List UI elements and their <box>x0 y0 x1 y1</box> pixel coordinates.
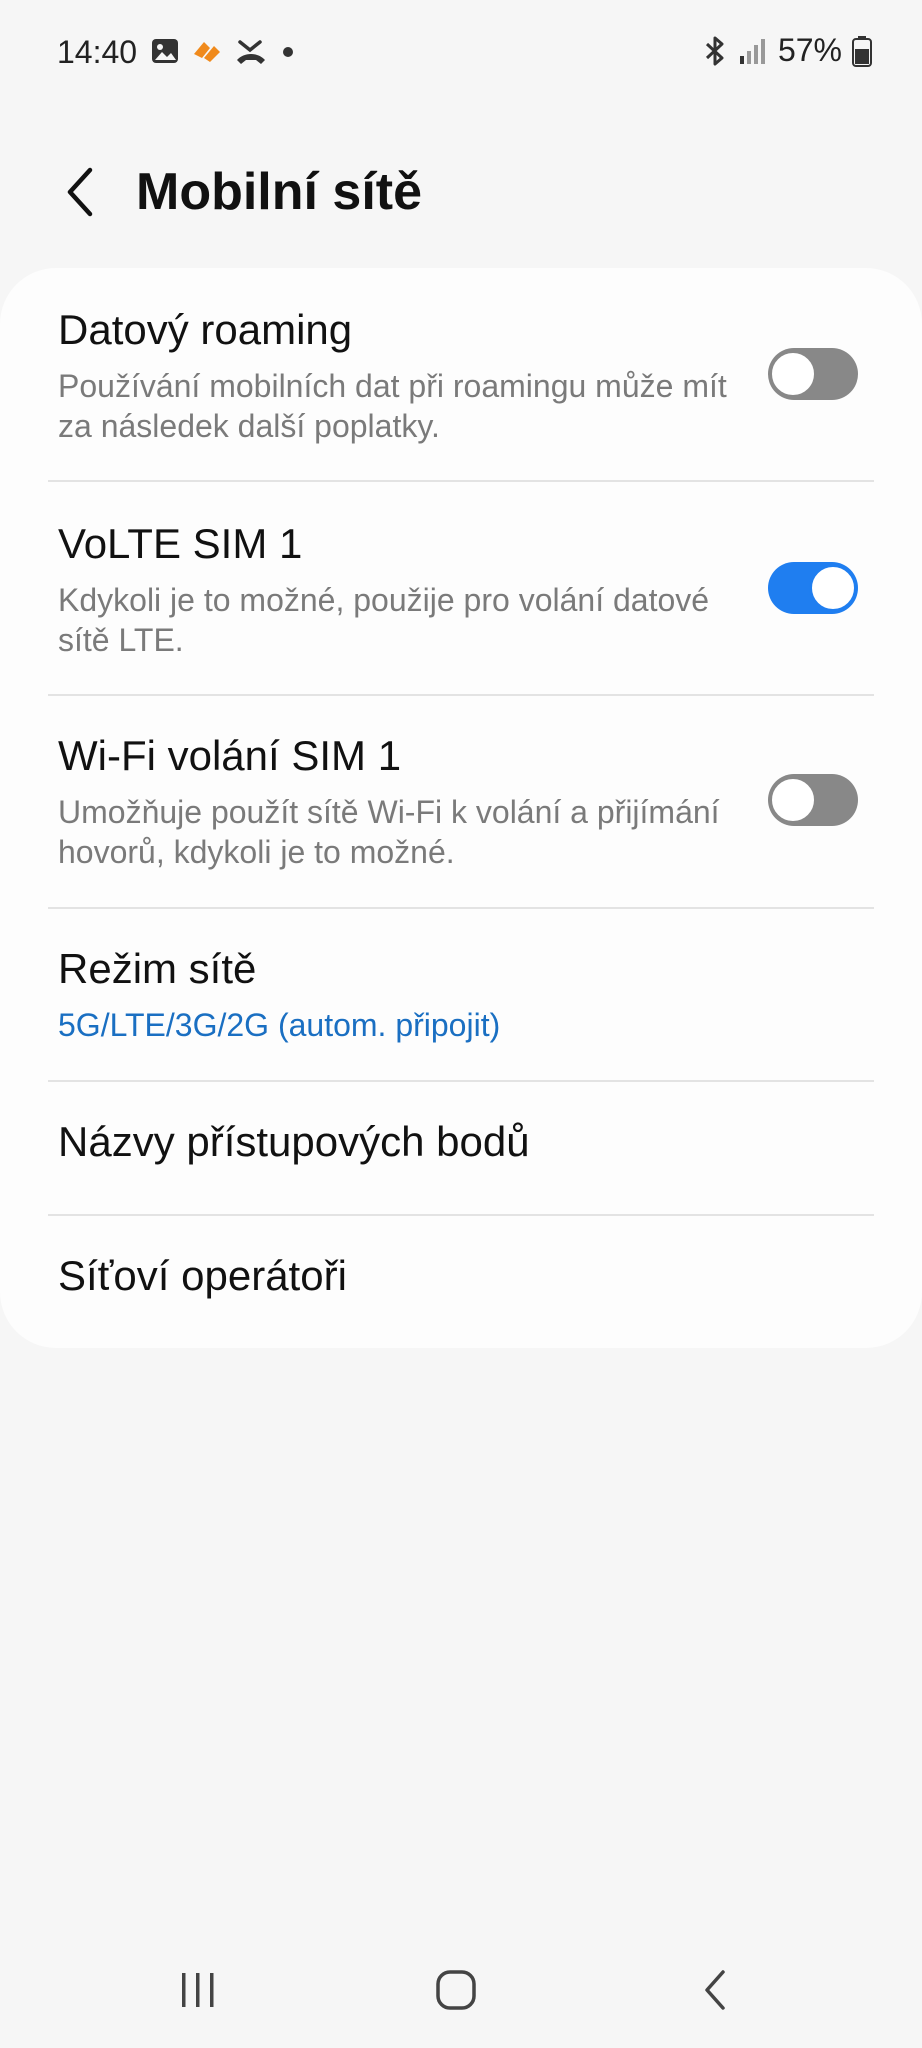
missed-call-icon <box>234 36 268 66</box>
data-roaming-toggle[interactable] <box>768 348 858 400</box>
setting-title: Názvy přístupových bodů <box>58 1118 530 1165</box>
settings-card: Datový roaming Používání mobilních dat p… <box>0 268 922 1348</box>
page-title: Mobilní sítě <box>136 163 422 221</box>
app-notification-icon <box>190 36 224 66</box>
dot-icon <box>278 36 298 66</box>
battery-icon <box>852 35 872 67</box>
gallery-icon <box>150 36 180 66</box>
setting-title: Síťoví operátoři <box>58 1252 347 1299</box>
bluetooth-icon <box>702 34 728 68</box>
battery-percent: 57% <box>777 32 842 68</box>
chevron-left-icon <box>67 167 93 217</box>
setting-title: Wi-Fi volání SIM 1 <box>58 732 402 779</box>
setting-network-mode[interactable]: Režim sítě 5G/LTE/3G/2G (autom. připojit… <box>0 909 922 1081</box>
back-button[interactable] <box>50 162 110 222</box>
setting-subtitle: Používání mobilních dat při roamingu můž… <box>58 368 727 444</box>
toggle-knob <box>769 776 817 824</box>
setting-volte-sim1[interactable]: VoLTE SIM 1 Kdykoli je to možné, použije… <box>0 482 922 694</box>
home-button[interactable] <box>416 1960 496 2020</box>
setting-network-operators[interactable]: Síťoví operátoři <box>0 1216 922 1348</box>
setting-access-point-names[interactable]: Názvy přístupových bodů <box>0 1082 922 1214</box>
toggle-knob <box>769 350 817 398</box>
setting-subtitle: Umožňuje použít sítě Wi-Fi k volání a př… <box>58 794 720 870</box>
recent-apps-button[interactable] <box>158 1960 238 2020</box>
home-icon <box>436 1970 476 2010</box>
signal-icon <box>738 36 768 66</box>
setting-subtitle: Kdykoli je to možné, použije pro volání … <box>58 582 710 658</box>
setting-wifi-calling-sim1[interactable]: Wi-Fi volání SIM 1 Umožňuje použít sítě … <box>0 696 922 908</box>
back-nav-button[interactable] <box>676 1960 756 2020</box>
navigation-bar <box>0 1930 922 2048</box>
status-bar: 14:40 57% <box>0 0 922 104</box>
status-icons-left <box>150 36 298 66</box>
back-icon <box>705 1970 725 2010</box>
setting-data-roaming[interactable]: Datový roaming Používání mobilních dat p… <box>0 268 922 482</box>
status-icons-right: 57% <box>702 32 872 69</box>
header: Mobilní sítě <box>0 150 922 234</box>
volte-toggle[interactable] <box>768 562 858 614</box>
network-mode-value: 5G/LTE/3G/2G (autom. připojit) <box>58 1007 501 1043</box>
setting-title: Datový roaming <box>58 306 353 353</box>
wifi-calling-toggle[interactable] <box>768 774 858 826</box>
status-time: 14:40 <box>57 34 138 70</box>
setting-title: VoLTE SIM 1 <box>58 520 303 567</box>
recent-apps-icon <box>182 1973 214 2007</box>
setting-title: Režim sítě <box>58 945 257 992</box>
toggle-knob <box>809 564 857 612</box>
